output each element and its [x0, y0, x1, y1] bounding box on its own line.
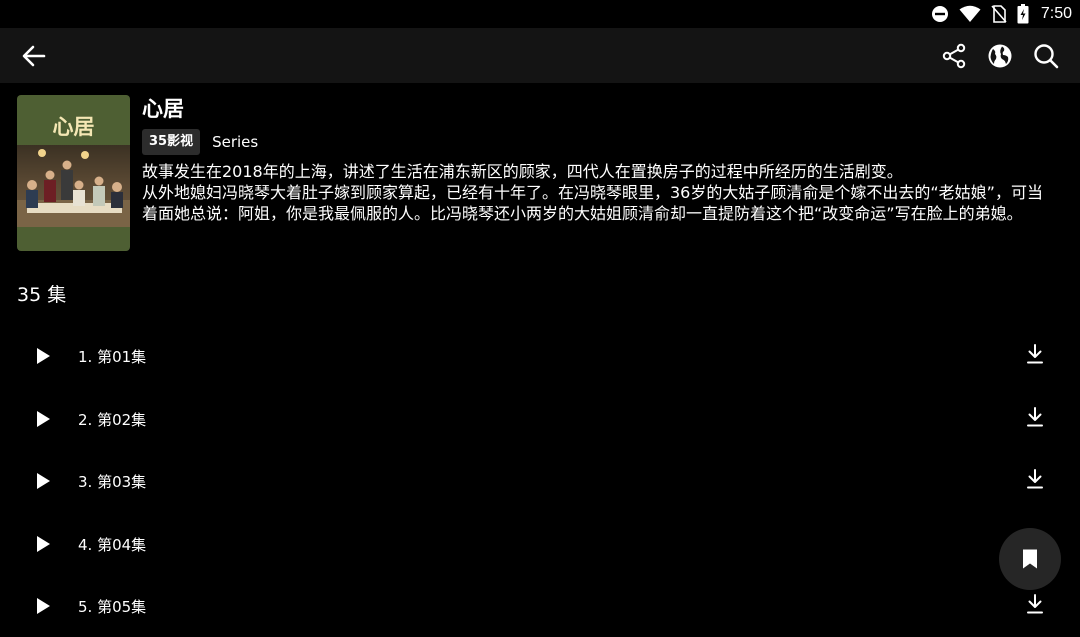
download-icon[interactable]: [1024, 343, 1046, 365]
episode-label: 5. 第05集: [78, 598, 147, 616]
episode-row[interactable]: 2. 第02集: [0, 387, 1080, 450]
battery-icon: [1017, 4, 1029, 24]
status-icons: 7:50: [931, 4, 1072, 24]
search-icon: [1034, 44, 1059, 69]
search-button[interactable]: [1030, 40, 1062, 72]
episode-list: 1. 第01集 2. 第02集 3. 第03集 4. 第04集 5. 第05集: [0, 324, 1080, 637]
no-sim-icon: [991, 5, 1007, 23]
show-detail: 心居 心居 35影视 Series 故事发生在2018年的上海，讲述了生活在浦东…: [17, 95, 1067, 255]
bookmark-button[interactable]: [999, 528, 1061, 590]
app-bar: [0, 28, 1080, 83]
poster-image: 心居: [17, 95, 130, 251]
status-time: 7:50: [1040, 5, 1072, 22]
poster-title-text: 心居: [52, 114, 95, 139]
globe-icon: [988, 44, 1012, 68]
share-icon: [942, 43, 966, 69]
description-paragraph: 从外地媳妇冯晓琴大着肚子嫁到顾家算起，已经有十年了。在冯晓琴眼里，36岁的大姑子…: [142, 183, 1043, 223]
episode-row[interactable]: 5. 第05集: [0, 574, 1080, 637]
back-button[interactable]: [18, 40, 50, 72]
play-icon: [37, 598, 50, 614]
episode-row[interactable]: 4. 第04集: [0, 512, 1080, 575]
play-icon: [37, 410, 50, 427]
play-icon: [37, 535, 50, 552]
play-icon: [37, 348, 50, 364]
status-bar: 7:50: [0, 0, 1080, 28]
meta-row: 35影视 Series: [142, 129, 1062, 155]
appbar-actions: [938, 40, 1062, 72]
wifi-icon: [959, 5, 981, 22]
episode-label: 3. 第03集: [78, 473, 147, 491]
download-icon[interactable]: [1024, 593, 1046, 615]
description-paragraph: 故事发生在2018年的上海，讲述了生活在浦东新区的顾家，四代人在置换房子的过程中…: [142, 162, 903, 181]
episode-row[interactable]: 1. 第01集: [0, 324, 1080, 387]
share-button[interactable]: [938, 40, 970, 72]
bookmark-icon: [1023, 549, 1037, 569]
do-not-disturb-icon: [931, 6, 948, 22]
episode-label: 1. 第01集: [78, 348, 147, 366]
episode-row[interactable]: 3. 第03集: [0, 449, 1080, 512]
show-info: 心居 35影视 Series 故事发生在2018年的上海，讲述了生活在浦东新区的…: [142, 95, 1062, 255]
play-icon: [37, 473, 50, 489]
download-icon[interactable]: [1024, 406, 1046, 428]
source-badge: 35影视: [142, 129, 201, 155]
episode-label: 2. 第02集: [78, 410, 147, 429]
back-arrow-icon: [22, 45, 46, 67]
episode-count: 35 集: [17, 284, 67, 306]
poster-photo: [17, 145, 130, 227]
show-description[interactable]: 故事发生在2018年的上海，讲述了生活在浦东新区的顾家，四代人在置换房子的过程中…: [142, 161, 1062, 246]
episode-label: 4. 第04集: [78, 535, 147, 554]
show-title: 心居: [142, 97, 184, 121]
poster-people-illustration: [17, 149, 130, 227]
show-type: Series: [212, 133, 259, 151]
globe-button[interactable]: [984, 40, 1016, 72]
download-icon[interactable]: [1024, 468, 1046, 490]
